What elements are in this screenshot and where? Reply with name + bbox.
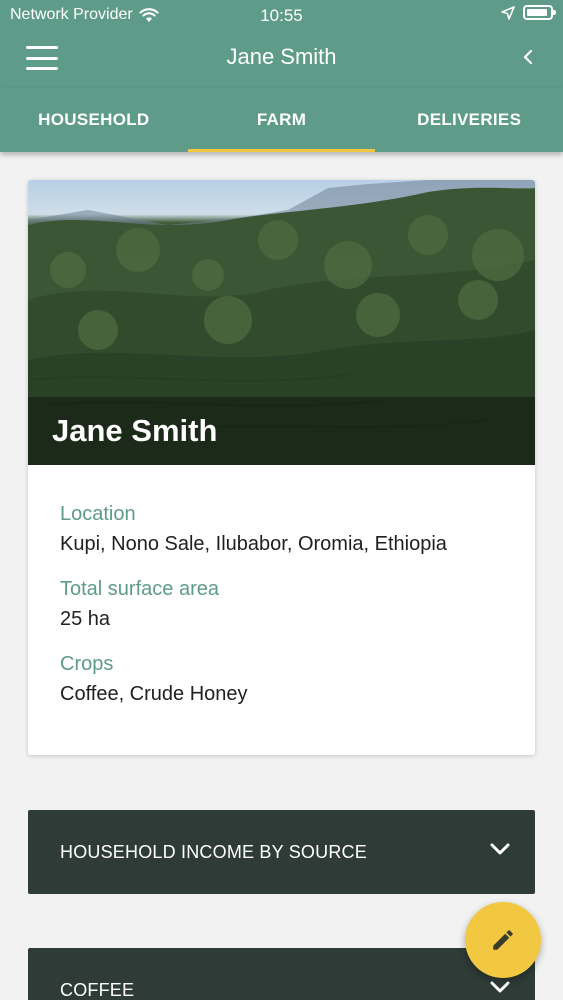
location-value: Kupi, Nono Sale, Ilubabor, Oromia, Ethio… <box>60 533 447 555</box>
farm-details: Location Kupi, Nono Sale, Ilubabor, Orom… <box>28 465 535 706</box>
chevron-down-icon <box>490 981 510 993</box>
page-title: Jane Smith <box>226 44 337 69</box>
farm-photo: Jane Smith <box>28 180 535 465</box>
back-chevron-icon[interactable] <box>521 46 535 68</box>
app-bar: Jane Smith <box>0 30 563 88</box>
farm-card: Jane Smith Location Kupi, Nono Sale, Ilu… <box>28 180 535 755</box>
section-coffee-label: COFFEE <box>60 980 135 1000</box>
tab-farm[interactable]: FARM <box>187 88 376 152</box>
tab-household[interactable]: HOUSEHOLD <box>0 88 188 152</box>
location-arrow-icon <box>501 5 515 20</box>
tab-bar: HOUSEHOLD FARM DELIVERIES <box>0 88 563 152</box>
status-time: 10:55 <box>260 6 303 25</box>
crops-value: Coffee, Crude Honey <box>60 683 248 705</box>
crops-label: Crops <box>60 653 114 675</box>
surface-area-label: Total surface area <box>60 578 219 600</box>
section-coffee[interactable]: COFFEE <box>28 948 535 1000</box>
tab-deliveries[interactable]: DELIVERIES <box>375 88 563 152</box>
location-label: Location <box>60 503 136 525</box>
surface-area-value: 25 ha <box>60 608 111 630</box>
chevron-down-icon <box>490 843 510 855</box>
battery-icon <box>523 5 556 20</box>
farm-owner-name: Jane Smith <box>52 413 218 448</box>
pencil-icon <box>493 930 513 950</box>
section-household-income[interactable]: HOUSEHOLD INCOME BY SOURCE <box>28 810 535 894</box>
status-bar: Network Provider 10:55 <box>0 0 563 30</box>
edit-fab-button[interactable] <box>465 902 541 978</box>
section-household-income-label: HOUSEHOLD INCOME BY SOURCE <box>60 842 367 862</box>
status-right-group <box>501 5 556 20</box>
